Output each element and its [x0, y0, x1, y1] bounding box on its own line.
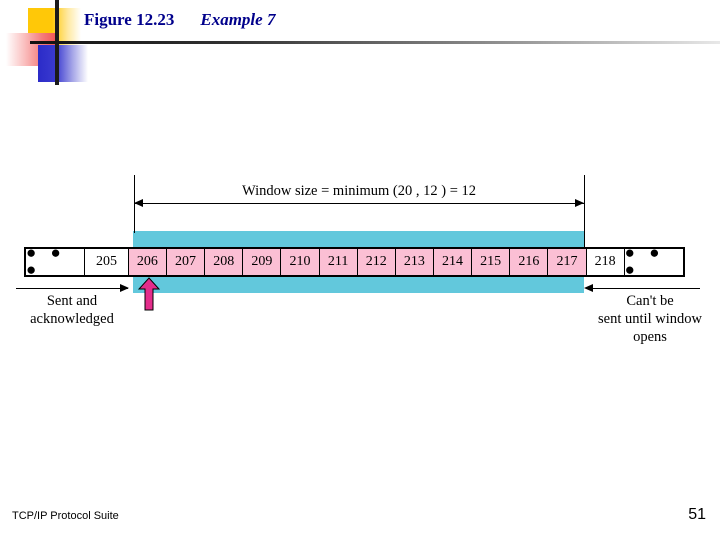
byte-cell: 217 — [548, 249, 587, 275]
footer-page-number: 51 — [688, 506, 706, 523]
byte-cell: 212 — [357, 249, 396, 275]
cannot-send-arrowhead-icon — [584, 284, 593, 292]
sent-acknowledged-label: Sent and acknowledged — [10, 292, 134, 328]
byte-cell: 213 — [395, 249, 434, 275]
tcp-window-diagram: Window size = minimum (20 , 12 ) = 12 ● … — [0, 0, 720, 540]
byte-cell: 211 — [319, 249, 358, 275]
cannot-send-label-line2: sent until window — [598, 311, 702, 327]
byte-cell: 209 — [243, 249, 282, 275]
sent-acknowledged-arrow-line — [16, 288, 128, 289]
window-right-boundary-marker — [584, 175, 585, 247]
window-size-arrowhead-right-icon — [575, 199, 584, 207]
byte-cell: ● ● ● — [624, 244, 683, 278]
footer-book-title: TCP/IP Protocol Suite — [12, 510, 119, 522]
cannot-send-label-line1: Can't be — [626, 293, 674, 309]
cannot-send-arrow-line — [590, 288, 700, 289]
cannot-send-label: Can't be sent until window opens — [580, 292, 720, 346]
window-size-arrowhead-left-icon — [134, 199, 143, 207]
window-size-label: Window size = minimum (20 , 12 ) = 12 — [241, 183, 477, 199]
sent-acknowledged-label-line1: Sent and — [46, 293, 98, 309]
window-size-arrow-line — [134, 203, 584, 204]
cannot-send-label-line3: opens — [633, 329, 667, 345]
byte-sequence-strip: ● ● ● 205 206 207 208 209 210 211 212 213 214 215 21… — [24, 244, 685, 278]
sent-acknowledged-arrowhead-icon — [120, 284, 129, 292]
byte-cell: 218 — [586, 249, 625, 275]
byte-cell: 215 — [472, 249, 511, 275]
byte-cell: 216 — [510, 249, 549, 275]
byte-cell: 214 — [433, 249, 473, 275]
byte-cell: 208 — [205, 249, 244, 275]
byte-cell: 207 — [166, 249, 206, 275]
byte-cell: ● ● ● — [26, 244, 86, 278]
byte-cell: 210 — [281, 249, 320, 275]
sent-acknowledged-label-line2: acknowledged — [30, 311, 114, 327]
byte-cell: 205 — [85, 249, 129, 275]
byte-cell: 206 — [128, 249, 167, 275]
up-arrow-icon — [138, 277, 160, 311]
